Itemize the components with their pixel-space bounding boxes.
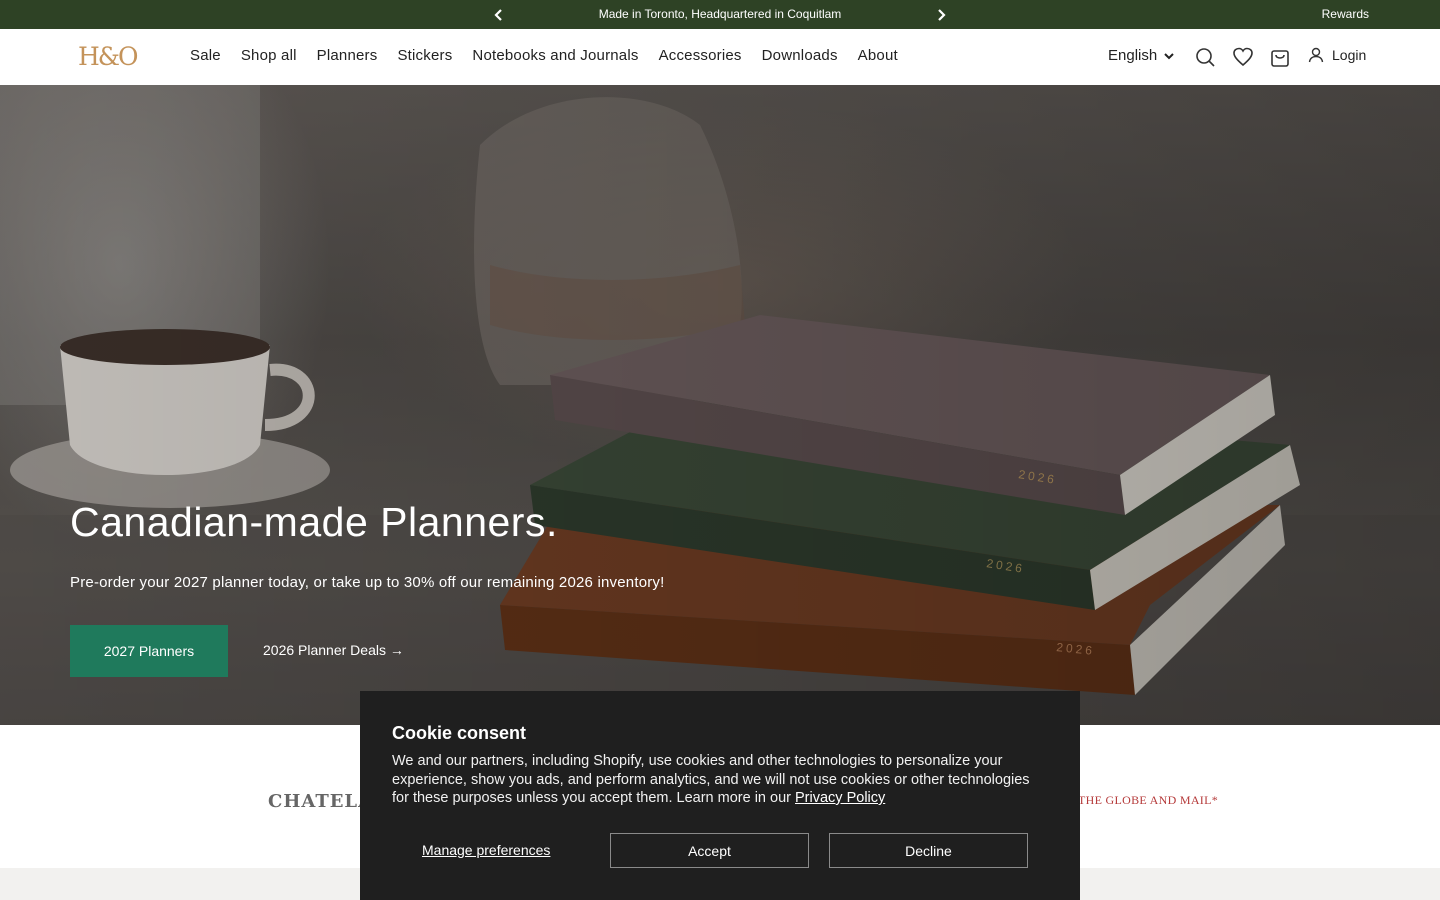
manage-preferences-link[interactable]: Manage preferences <box>422 842 550 858</box>
site-header: H&O Sale Shop all Planners Stickers Note… <box>0 29 1440 85</box>
hero-subtitle: Pre-order your 2027 planner today, or ta… <box>70 574 665 591</box>
announcement-message: Made in Toronto, Headquartered in Coquit… <box>598 7 842 21</box>
nav-item-sale[interactable]: Sale <box>190 47 221 64</box>
chevron-left-icon[interactable] <box>490 6 508 24</box>
announcement-bar: Made in Toronto, Headquartered in Coquit… <box>0 0 1440 29</box>
login-link[interactable]: Login <box>1308 47 1366 63</box>
cookie-title: Cookie consent <box>392 723 527 743</box>
chevron-down-icon <box>1164 52 1174 59</box>
login-label: Login <box>1332 47 1367 63</box>
nav-item-shop-all[interactable]: Shop all <box>241 47 297 64</box>
cart-icon[interactable] <box>1269 46 1291 68</box>
hero-banner: 2026 2026 2026 Canadian-made Planners. P… <box>0 85 1440 725</box>
privacy-policy-link[interactable]: Privacy Policy <box>795 790 885 806</box>
main-nav: Sale Shop all Planners Stickers Notebook… <box>190 47 918 64</box>
heart-icon[interactable] <box>1232 46 1254 68</box>
decline-button[interactable]: Decline <box>829 833 1028 868</box>
nav-item-about[interactable]: About <box>858 47 898 64</box>
cookie-body-text: We and our partners, including Shopify, … <box>392 753 1030 806</box>
svg-text:H&O: H&O <box>78 43 138 69</box>
nav-item-notebooks[interactable]: Notebooks and Journals <box>472 47 638 64</box>
language-selector[interactable]: English <box>1108 47 1175 64</box>
planner-deals-link[interactable]: 2026 Planner Deals → <box>263 642 404 658</box>
nav-item-downloads[interactable]: Downloads <box>762 47 838 64</box>
cookie-consent-dialog: Cookie consent We and our partners, incl… <box>360 691 1080 900</box>
chevron-right-icon[interactable] <box>932 6 950 24</box>
rewards-link[interactable]: Rewards <box>1322 7 1369 21</box>
planners-2027-button[interactable]: 2027 Planners <box>70 625 228 677</box>
nav-item-accessories[interactable]: Accessories <box>659 47 742 64</box>
language-label: English <box>1108 47 1158 64</box>
accept-button[interactable]: Accept <box>610 833 809 868</box>
user-icon <box>1308 47 1324 63</box>
cookie-body: We and our partners, including Shopify, … <box>392 752 1032 808</box>
nav-item-stickers[interactable]: Stickers <box>397 47 452 64</box>
brand-logo[interactable]: H&O <box>78 43 142 69</box>
search-icon[interactable] <box>1194 46 1216 68</box>
hero-title: Canadian-made Planners. <box>70 499 558 545</box>
globe-and-mail-logo: THE GLOBE AND MAIL* <box>1078 793 1219 807</box>
nav-item-planners[interactable]: Planners <box>317 47 378 64</box>
